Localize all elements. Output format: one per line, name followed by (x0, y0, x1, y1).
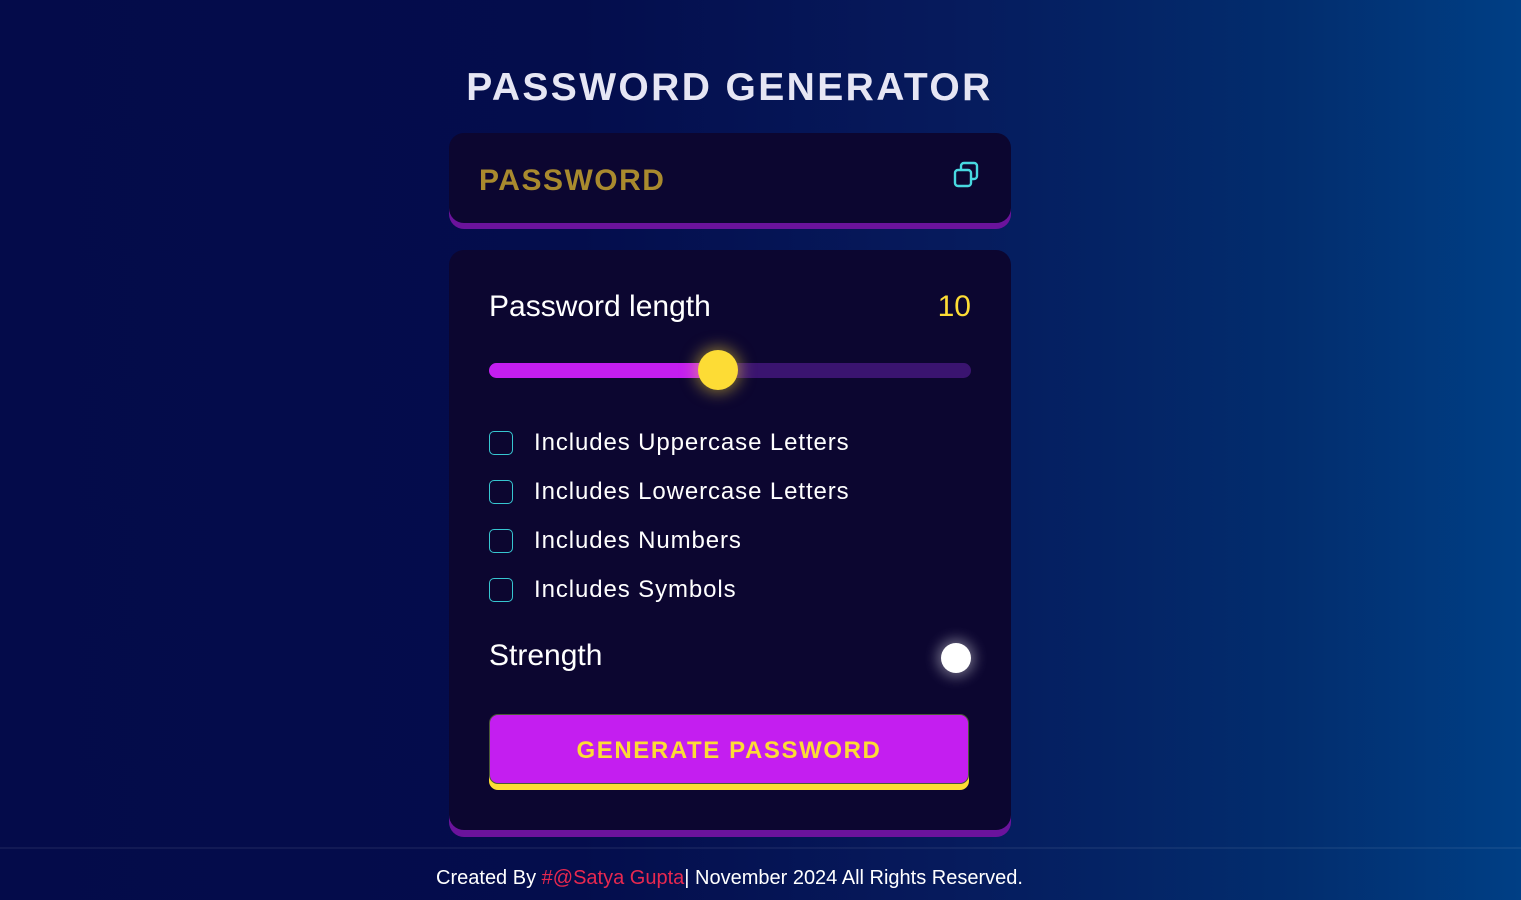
password-display: PASSWORD (449, 133, 1011, 223)
settings-panel: Password length 10 Includes Uppercase Le… (449, 250, 1011, 830)
numbers-label: Includes Numbers (534, 527, 742, 554)
symbols-label: Includes Symbols (534, 576, 737, 603)
lowercase-checkbox[interactable] (489, 480, 513, 504)
generate-password-button[interactable]: GENERATE PASSWORD (489, 714, 969, 784)
generate-button-label: GENERATE PASSWORD (576, 737, 882, 764)
numbers-checkbox[interactable] (489, 529, 513, 553)
password-text: PASSWORD (479, 164, 666, 197)
symbols-checkbox[interactable] (489, 578, 513, 602)
footer-text: Created By #@Satya Gupta| November 2024 … (0, 866, 1459, 890)
length-value: 10 (937, 290, 971, 323)
uppercase-label: Includes Uppercase Letters (534, 429, 850, 456)
strength-indicator (941, 643, 971, 673)
page-title: PASSWORD GENERATOR (466, 66, 993, 109)
copy-icon (953, 161, 979, 188)
length-row: Password length 10 (489, 288, 971, 328)
slider-fill (489, 363, 718, 378)
author-link[interactable]: #@Satya Gupta (542, 867, 685, 889)
length-slider[interactable] (489, 350, 971, 390)
length-label: Password length (489, 290, 711, 323)
footer-prefix: Created By (436, 867, 542, 889)
copy-button[interactable] (953, 161, 981, 191)
footer-suffix: | November 2024 All Rights Reserved. (684, 867, 1023, 889)
lowercase-label: Includes Lowercase Letters (534, 478, 850, 505)
slider-thumb[interactable] (697, 350, 738, 390)
uppercase-checkbox[interactable] (489, 431, 513, 455)
strength-label: Strength (489, 639, 603, 672)
footer: Created By #@Satya Gupta| November 2024 … (0, 847, 1521, 900)
